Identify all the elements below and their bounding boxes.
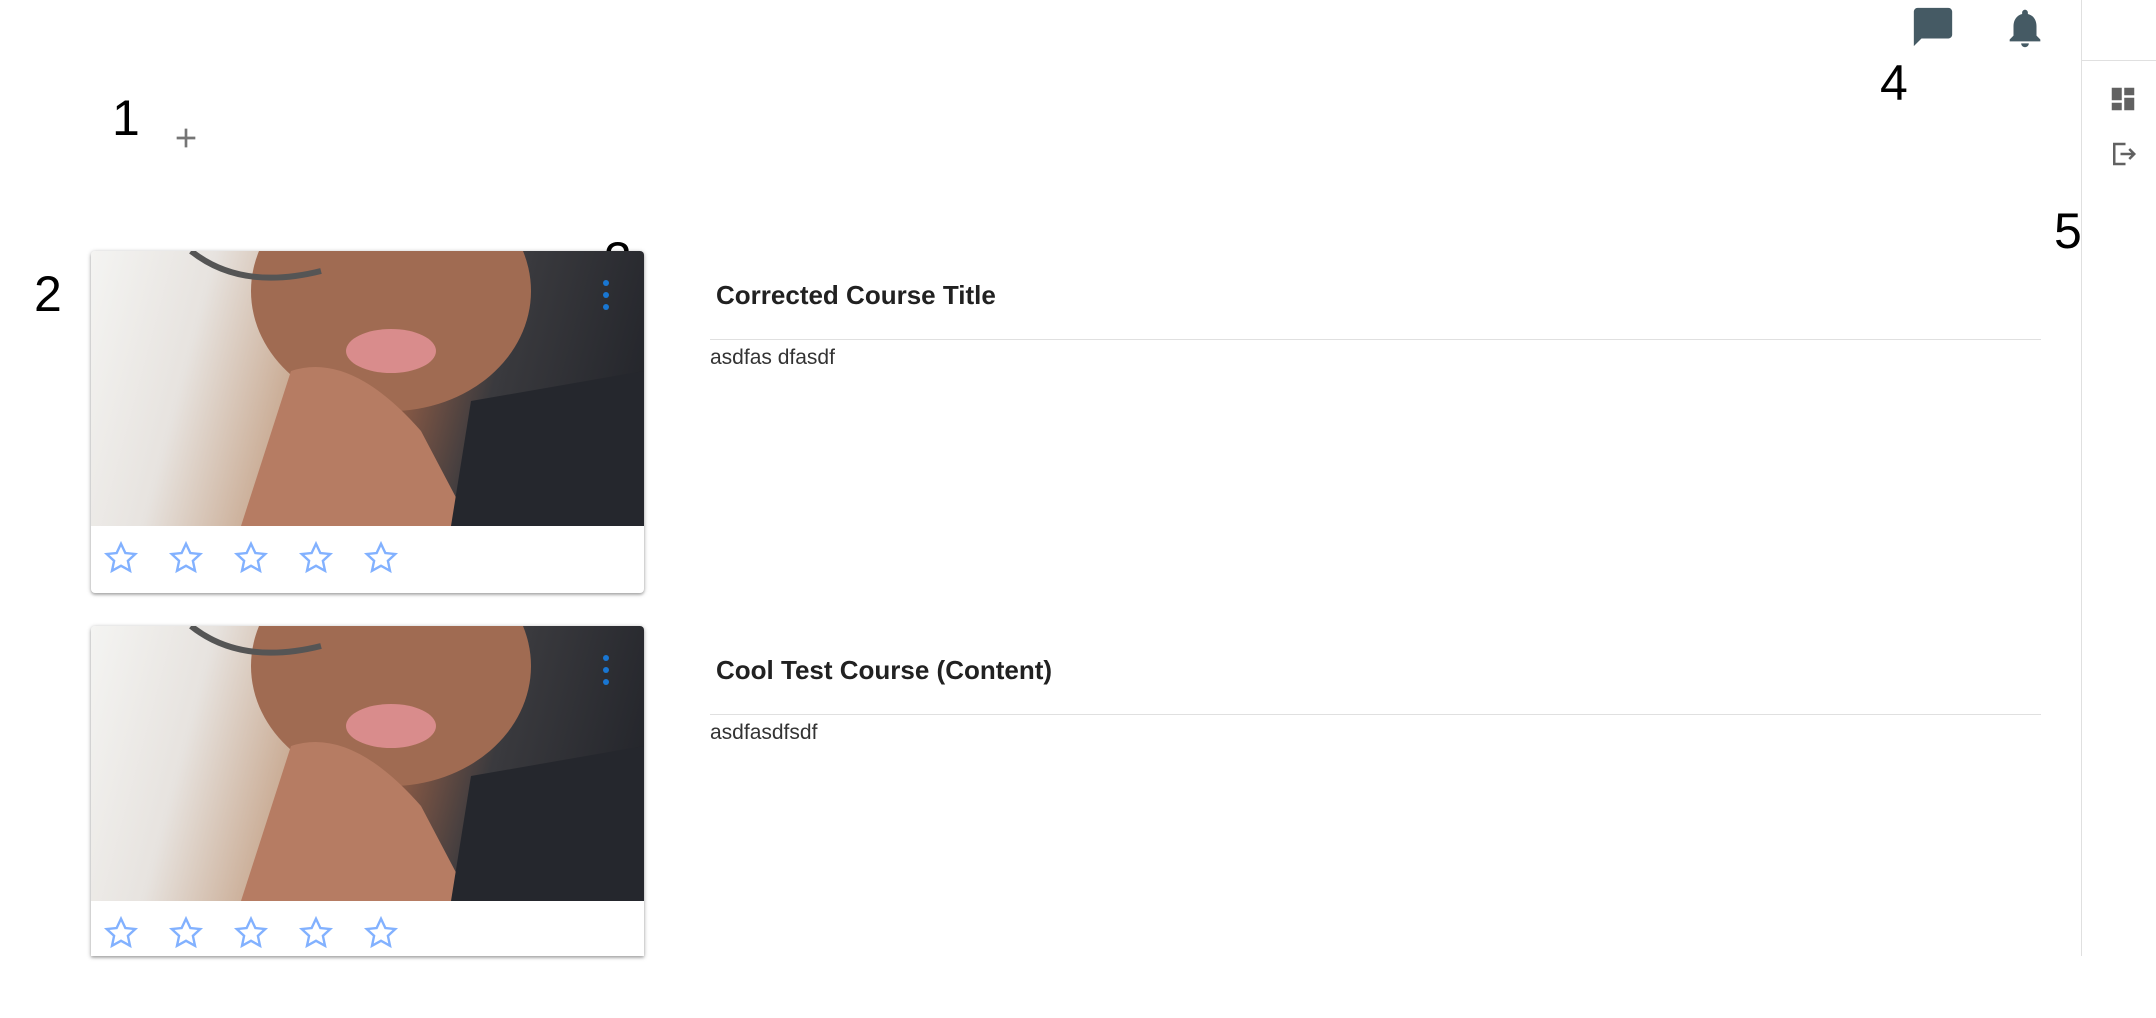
callout-4: 4 <box>1880 55 1908 111</box>
rail-divider <box>2082 60 2156 61</box>
star-outline-icon[interactable] <box>168 538 233 578</box>
star-outline-icon[interactable] <box>233 538 298 578</box>
star-rating[interactable] <box>103 913 428 953</box>
course-menu-button[interactable] <box>596 652 616 688</box>
star-outline-icon[interactable] <box>298 913 363 953</box>
star-outline-icon[interactable] <box>363 538 428 578</box>
star-outline-icon[interactable] <box>103 913 168 953</box>
star-outline-icon[interactable] <box>168 913 233 953</box>
add-course-button[interactable] <box>170 122 202 154</box>
course-card[interactable] <box>91 251 644 593</box>
star-outline-icon[interactable] <box>363 913 428 953</box>
right-rail <box>2081 0 2156 956</box>
callout-2: 2 <box>34 266 62 322</box>
star-outline-icon[interactable] <box>298 538 363 578</box>
callout-5: 5 <box>2054 203 2082 259</box>
dashboard-icon[interactable] <box>2108 84 2138 114</box>
course-thumbnail <box>91 626 644 901</box>
callout-1: 1 <box>112 90 140 146</box>
course-description: asdfasdfsdf <box>710 721 818 744</box>
course-menu-button[interactable] <box>596 277 616 313</box>
course-card[interactable] <box>91 626 644 956</box>
notifications-icon[interactable] <box>2002 4 2048 52</box>
course-divider <box>710 714 2041 715</box>
star-outline-icon[interactable] <box>233 913 298 953</box>
course-divider <box>710 339 2041 340</box>
course-thumbnail <box>91 251 644 526</box>
star-rating[interactable] <box>103 538 428 578</box>
star-outline-icon[interactable] <box>103 538 168 578</box>
course-title[interactable]: Cool Test Course (Content) <box>716 655 1052 686</box>
chat-icon[interactable] <box>1910 4 1956 50</box>
logout-icon[interactable] <box>2108 139 2138 169</box>
course-description: asdfas dfasdf <box>710 346 835 369</box>
course-title[interactable]: Corrected Course Title <box>716 280 996 311</box>
